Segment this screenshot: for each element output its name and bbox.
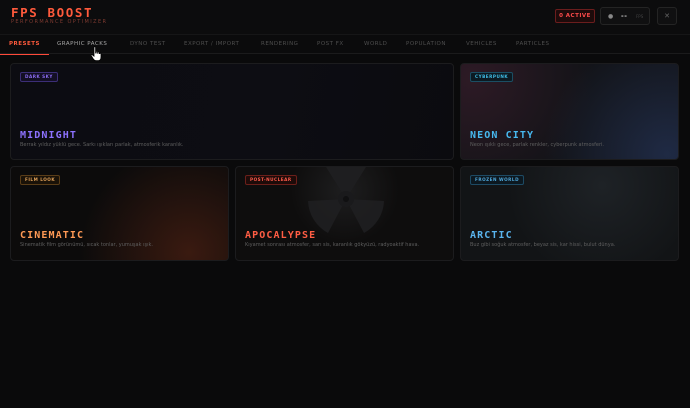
preset-name: ARCTIC [470,230,513,241]
preset-tag: CYBERPUNK [470,72,514,82]
tab-world[interactable]: WORLD [364,35,387,54]
header: FPS BOOST PERFORMANCE OPTIMIZER 0 ACTIVE… [0,0,690,34]
tab-dyno-test[interactable]: DYNO TEST [130,35,166,54]
preset-card-apocalypse[interactable]: POST-NUCLEAR APOCALYPSE Kıyamet sonrası … [235,166,454,261]
fps-unit: FPS [636,14,644,19]
app-subtitle: PERFORMANCE OPTIMIZER [11,19,108,25]
close-button[interactable]: ✕ [657,7,677,25]
preset-name: APOCALYPSE [245,230,317,241]
close-icon: ✕ [664,12,670,20]
tab-vehicles[interactable]: VEHICLES [466,35,497,54]
app-title: FPS BOOST [11,5,94,20]
preset-name: MIDNIGHT [20,130,77,141]
preset-name: CINEMATIC [20,230,85,241]
hand-cursor-icon [90,46,102,61]
tab-presets[interactable]: PRESETS [0,35,49,55]
preset-name: NEON CITY [470,130,535,141]
tab-export-import[interactable]: EXPORT / IMPORT [184,35,239,54]
tab-population[interactable]: POPULATION [406,35,446,54]
preset-card-arctic[interactable]: FROZEN WORLD ARCTIC Buz gibi soğuk atmos… [460,166,679,261]
preset-description: Kıyamet sonrası atmosfer, sarı sis, kara… [245,242,420,248]
preset-card-neon-city[interactable]: CYBERPUNK NEON CITY Neon ışıklı gece, pa… [460,63,679,160]
tab-particles[interactable]: PARTICLES [516,35,550,54]
preset-tag: FROZEN WORLD [470,175,525,185]
preset-description: Neon ışıklı gece, parlak renkler, cyberp… [470,142,604,148]
fps-value: -- [621,12,628,20]
preset-description: Berrak yıldız yüklü gece. Sarkı ışıkları… [20,142,184,148]
preset-description: Buz gibi soğuk atmosfer, beyaz sis, kar … [470,242,616,248]
preset-card-midnight[interactable]: DARK SKY MIDNIGHT Berrak yıldız yüklü ge… [10,63,454,160]
tab-rendering[interactable]: RENDERING [261,35,298,54]
tab-post-fx[interactable]: POST FX [317,35,344,54]
preset-tag: POST-NUCLEAR [245,175,297,185]
tab-bar: PRESETS GRAPHIC PACKS DYNO TEST EXPORT /… [0,34,690,55]
active-count-badge: 0 ACTIVE [555,9,595,23]
preset-tag: FILM LOOK [20,175,61,185]
fps-counter: ● -- FPS [600,7,650,25]
preset-card-cinematic[interactable]: FILM LOOK CINEMATIC Sinematik film görün… [10,166,229,261]
fps-indicator-dot: ● [608,13,614,20]
preset-tag: DARK SKY [20,72,58,82]
preset-description: Sinematik film görünümü, sıcak tonlar, y… [20,242,153,248]
